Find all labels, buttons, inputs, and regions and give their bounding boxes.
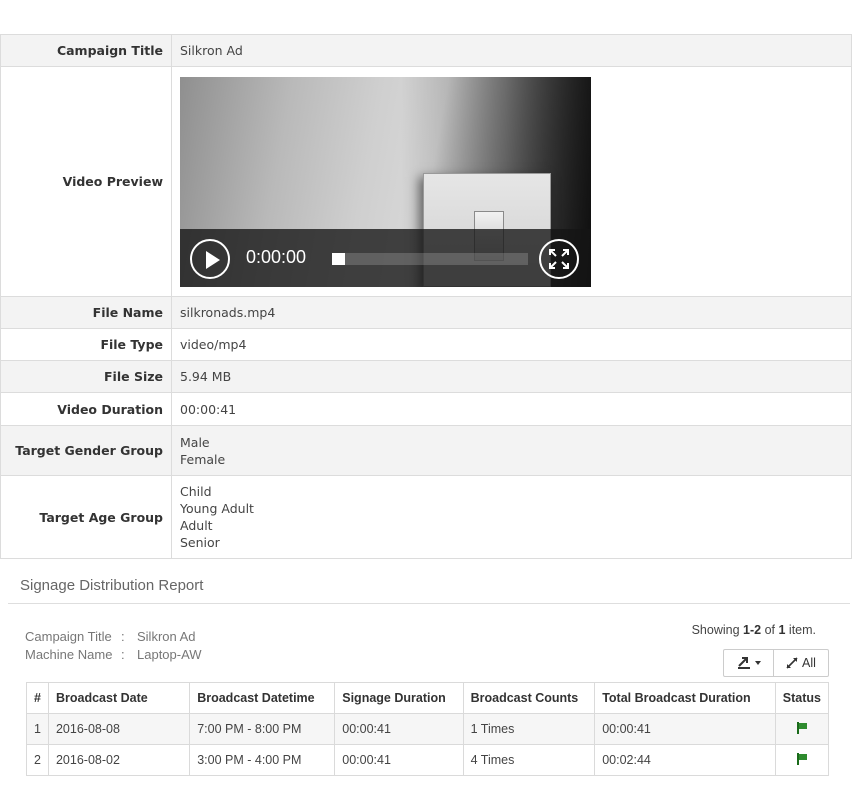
chevron-down-icon [754,661,761,665]
cell-status [774,744,830,776]
table-row: 1 2016-08-08 7:00 PM - 8:00 PM 00:00:41 … [26,713,830,745]
col-total-broadcast-duration[interactable]: Total Broadcast Duration [594,682,776,714]
toolbar-button-group: All [723,649,829,677]
col-broadcast-counts[interactable]: Broadcast Counts [462,682,596,714]
cell-status [774,713,830,745]
section-divider [8,603,850,604]
col-status[interactable]: Status [774,682,830,714]
fullscreen-icon [549,248,569,269]
age-item: Senior [180,535,220,550]
gender-item: Female [180,451,226,467]
target-age-values: Child Young Adult Adult Senior [171,475,852,559]
video-duration-label: Video Duration [0,392,172,426]
cell-broadcast-datetime: 3:00 PM - 4:00 PM [189,744,336,776]
distribution-report-table: # Broadcast Date Broadcast Datetime Sign… [26,682,830,776]
detail-row-file-name: File Name silkronads.mp4 [0,296,852,329]
col-broadcast-datetime[interactable]: Broadcast Datetime [189,682,336,714]
flag-icon [796,752,808,765]
file-name-label: File Name [0,296,172,329]
col-signage-duration[interactable]: Signage Duration [334,682,464,714]
cell-number: 1 [26,713,49,745]
meta-machine-row: Machine Name: Laptop-AW [25,646,202,664]
fullscreen-button[interactable] [539,238,579,279]
progress-knob[interactable] [332,252,345,265]
campaign-title-value: Silkron Ad [171,34,852,67]
table-row: 2 2016-08-02 3:00 PM - 4:00 PM 00:00:41 … [26,744,830,776]
target-age-label: Target Age Group [0,475,172,559]
show-all-label: All [802,656,816,670]
detail-row-video-duration: Video Duration 00:00:41 [0,392,852,426]
video-duration-value: 00:00:41 [171,392,852,426]
cell-signage-duration: 00:00:41 [334,713,464,745]
detail-row-target-gender: Target Gender Group Male Female [0,425,852,476]
cell-broadcast-counts: 1 Times [462,713,596,745]
file-name-value: silkronads.mp4 [171,296,852,329]
col-broadcast-date[interactable]: Broadcast Date [47,682,191,714]
cell-number: 2 [26,744,49,776]
file-size-value: 5.94 MB [171,360,852,393]
cell-broadcast-datetime: 7:00 PM - 8:00 PM [189,713,336,745]
gender-item: Male [180,434,210,450]
cell-total-duration: 00:02:44 [594,744,776,776]
section-title: Signage Distribution Report [20,577,204,594]
age-item: Child [180,484,212,499]
file-type-value: video/mp4 [171,328,852,361]
detail-row-video-preview: Video Preview 0:00:00 [0,66,852,297]
video-player[interactable]: 0:00:00 [180,76,591,287]
export-icon [737,656,750,669]
show-all-button[interactable]: All [774,650,828,676]
cell-broadcast-date: 2016-08-08 [47,713,191,745]
video-controls: 0:00:00 [180,228,591,287]
results-summary: Showing 1-2 of 1 item. [691,623,816,637]
play-button[interactable] [190,238,230,279]
cell-total-duration: 00:00:41 [594,713,776,745]
cell-signage-duration: 00:00:41 [334,744,464,776]
meta-campaign-row: Campaign Title: Silkron Ad [25,628,202,646]
detail-row-target-age: Target Age Group Child Young Adult Adult… [0,475,852,559]
meta-campaign-value: Silkron Ad [137,629,196,644]
age-item: Adult [180,518,213,533]
cell-broadcast-date: 2016-08-02 [47,744,191,776]
video-time: 0:00:00 [246,246,307,267]
meta-separator: : [121,647,125,662]
campaign-details-table: Campaign Title Silkron Ad Video Preview … [0,34,852,559]
age-item: Young Adult [180,501,254,516]
file-type-label: File Type [0,328,172,361]
col-number[interactable]: # [26,682,49,714]
meta-machine-key: Machine Name [25,647,113,662]
target-gender-values: Male Female [171,425,852,476]
video-progress-bar[interactable] [332,252,528,265]
detail-row-file-type: File Type video/mp4 [0,328,852,361]
table-header-row: # Broadcast Date Broadcast Datetime Sign… [26,682,830,714]
flag-icon [796,721,808,734]
cell-broadcast-counts: 4 Times [462,744,596,776]
campaign-title-label: Campaign Title [0,34,172,67]
video-preview-label: Video Preview [0,66,172,297]
detail-row-file-size: File Size 5.94 MB [0,360,852,393]
meta-machine-value: Laptop-AW [137,647,202,662]
export-button[interactable] [724,650,774,676]
detail-row-campaign-title: Campaign Title Silkron Ad [0,34,852,67]
meta-campaign-key: Campaign Title [25,629,112,644]
meta-separator: : [121,629,125,644]
file-size-label: File Size [0,360,172,393]
target-gender-label: Target Gender Group [0,425,172,476]
report-meta: Campaign Title: Silkron Ad Machine Name: L… [25,628,202,664]
expand-icon [786,657,798,669]
